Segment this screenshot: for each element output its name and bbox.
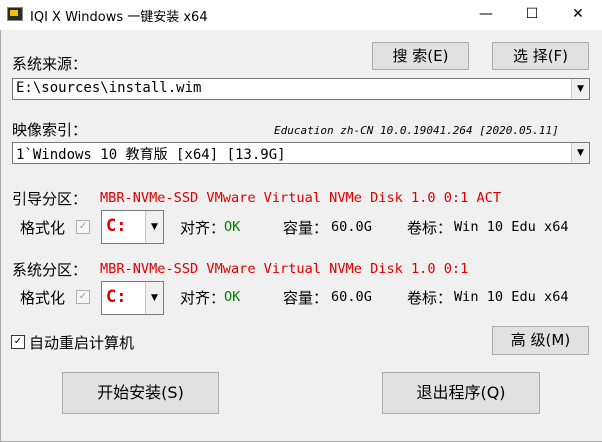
system-volume-value: Win 10 Edu x64 — [454, 289, 569, 305]
boot-volume-label: 卷标： — [407, 219, 453, 237]
advanced-button[interactable]: 高 级(M) — [492, 326, 589, 355]
select-button[interactable]: 选 择(F) — [492, 42, 589, 70]
chevron-down-icon[interactable]: ▼ — [145, 211, 163, 243]
system-volume-label: 卷标： — [407, 289, 453, 307]
source-label: 系统来源： — [12, 55, 88, 73]
system-format-checkbox[interactable]: ✓ — [76, 290, 90, 304]
system-capacity-value: 60.0G — [331, 289, 372, 305]
system-drive-value: C: — [106, 287, 127, 307]
boot-partition-disk: MBR-NVMe-SSD VMware Virtual NVMe Disk 1.… — [100, 190, 502, 206]
system-capacity-label: 容量： — [283, 289, 329, 307]
image-index-label: 映像索引： — [12, 121, 88, 139]
chevron-down-icon[interactable]: ▼ — [571, 79, 589, 99]
image-index-value: 1`Windows 10 教育版 [x64] [13.9G] — [16, 147, 286, 163]
boot-volume-value: Win 10 Edu x64 — [454, 219, 569, 235]
system-partition-label: 系统分区： — [12, 261, 88, 279]
image-info-text: Education zh-CN 10.0.19041.264 [2020.05.… — [274, 124, 559, 137]
source-path-combo[interactable]: E:\sources\install.wim ▼ — [12, 78, 590, 100]
title-bar: IQI X Windows 一键安装 x64 — ☐ ✕ — [0, 0, 602, 30]
system-align-value: OK — [224, 289, 241, 305]
boot-drive-value: C: — [106, 216, 127, 236]
image-index-combo[interactable]: 1`Windows 10 教育版 [x64] [13.9G] ▼ — [12, 142, 590, 164]
system-drive-select[interactable]: C: ▼ — [101, 281, 164, 315]
maximize-button[interactable]: ☐ — [509, 0, 555, 30]
auto-restart-label: 自动重启计算机 — [29, 334, 135, 352]
source-path-value: E:\sources\install.wim — [16, 80, 202, 96]
window-title: IQI X Windows 一键安装 x64 — [30, 10, 208, 25]
boot-align-value: OK — [224, 219, 241, 235]
exit-button[interactable]: 退出程序(Q) — [382, 372, 540, 414]
close-button[interactable]: ✕ — [555, 0, 601, 30]
boot-partition-label: 引导分区： — [12, 190, 88, 208]
boot-format-checkbox[interactable]: ✓ — [76, 220, 90, 234]
chevron-down-icon[interactable]: ▼ — [571, 143, 589, 163]
app-icon — [7, 7, 23, 21]
system-partition-disk: MBR-NVMe-SSD VMware Virtual NVMe Disk 1.… — [100, 261, 469, 277]
auto-restart-checkbox[interactable]: ✓ — [11, 335, 25, 349]
system-align-label: 对齐： — [180, 289, 226, 307]
boot-format-label: 格式化 — [20, 219, 66, 237]
search-button[interactable]: 搜 索(E) — [372, 42, 469, 70]
start-install-button[interactable]: 开始安装(S) — [62, 372, 219, 414]
minimize-button[interactable]: — — [463, 0, 509, 30]
system-format-label: 格式化 — [20, 289, 66, 307]
chevron-down-icon[interactable]: ▼ — [145, 282, 163, 314]
boot-align-label: 对齐： — [180, 219, 226, 237]
boot-capacity-value: 60.0G — [331, 219, 372, 235]
boot-capacity-label: 容量： — [283, 219, 329, 237]
boot-drive-select[interactable]: C: ▼ — [101, 210, 164, 244]
